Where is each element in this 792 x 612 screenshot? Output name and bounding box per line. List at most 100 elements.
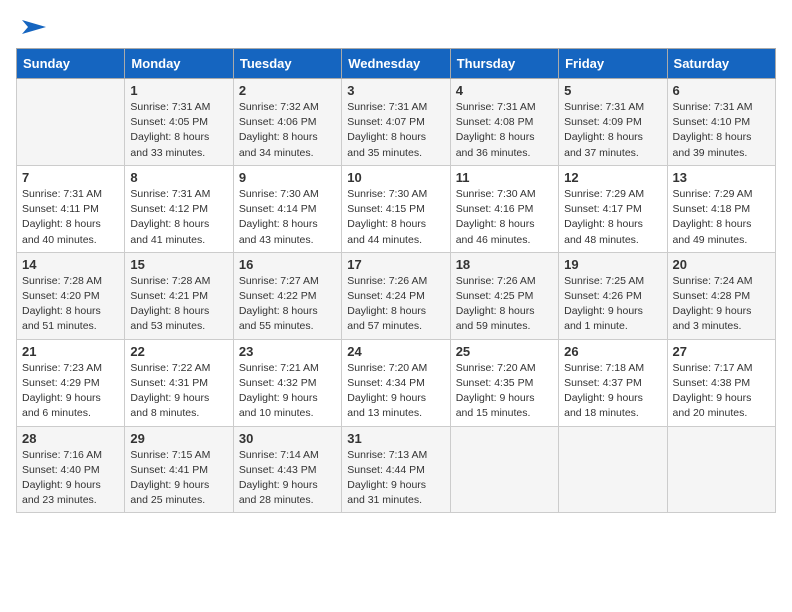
day-number: 21 bbox=[22, 344, 119, 359]
calendar-cell bbox=[17, 79, 125, 166]
calendar-cell: 14 Sunrise: 7:28 AMSunset: 4:20 PMDayligh… bbox=[17, 252, 125, 339]
calendar-cell: 27 Sunrise: 7:17 AMSunset: 4:38 PMDayligh… bbox=[667, 339, 775, 426]
day-info: Sunrise: 7:29 AMSunset: 4:18 PMDaylight:… bbox=[673, 187, 770, 248]
day-info: Sunrise: 7:30 AMSunset: 4:15 PMDaylight:… bbox=[347, 187, 444, 248]
calendar-cell: 19 Sunrise: 7:25 AMSunset: 4:26 PMDayligh… bbox=[559, 252, 667, 339]
day-number: 5 bbox=[564, 83, 661, 98]
day-info: Sunrise: 7:18 AMSunset: 4:37 PMDaylight:… bbox=[564, 361, 661, 422]
day-info: Sunrise: 7:20 AMSunset: 4:34 PMDaylight:… bbox=[347, 361, 444, 422]
calendar-cell: 30 Sunrise: 7:14 AMSunset: 4:43 PMDayligh… bbox=[233, 426, 341, 513]
day-info: Sunrise: 7:31 AMSunset: 4:05 PMDaylight:… bbox=[130, 100, 227, 161]
calendar-cell: 8Sunrise: 7:31 AMSunset: 4:12 PMDaylight… bbox=[125, 165, 233, 252]
calendar-cell bbox=[450, 426, 558, 513]
day-info: Sunrise: 7:26 AMSunset: 4:24 PMDaylight:… bbox=[347, 274, 444, 335]
day-info: Sunrise: 7:31 AMSunset: 4:11 PMDaylight:… bbox=[22, 187, 119, 248]
day-info: Sunrise: 7:30 AMSunset: 4:14 PMDaylight:… bbox=[239, 187, 336, 248]
day-number: 28 bbox=[22, 431, 119, 446]
day-info: Sunrise: 7:29 AMSunset: 4:17 PMDaylight:… bbox=[564, 187, 661, 248]
day-number: 24 bbox=[347, 344, 444, 359]
week-row-1: 1 Sunrise: 7:31 AMSunset: 4:05 PMDaylight… bbox=[17, 79, 776, 166]
day-number: 18 bbox=[456, 257, 553, 272]
column-header-saturday: Saturday bbox=[667, 49, 775, 79]
day-info: Sunrise: 7:28 AMSunset: 4:21 PMDaylight:… bbox=[130, 274, 227, 335]
day-number: 20 bbox=[673, 257, 770, 272]
calendar-body: 1 Sunrise: 7:31 AMSunset: 4:05 PMDaylight… bbox=[17, 79, 776, 513]
calendar-cell: 13Sunrise: 7:29 AMSunset: 4:18 PMDayligh… bbox=[667, 165, 775, 252]
calendar-cell: 29 Sunrise: 7:15 AMSunset: 4:41 PMDayligh… bbox=[125, 426, 233, 513]
day-number: 23 bbox=[239, 344, 336, 359]
day-number: 7 bbox=[22, 170, 119, 185]
day-number: 15 bbox=[130, 257, 227, 272]
day-info: Sunrise: 7:25 AMSunset: 4:26 PMDaylight:… bbox=[564, 274, 661, 335]
calendar-cell: 2 Sunrise: 7:32 AMSunset: 4:06 PMDaylight… bbox=[233, 79, 341, 166]
calendar-cell: 22 Sunrise: 7:22 AMSunset: 4:31 PMDayligh… bbox=[125, 339, 233, 426]
calendar-cell: 18 Sunrise: 7:26 AMSunset: 4:25 PMDayligh… bbox=[450, 252, 558, 339]
calendar-cell bbox=[559, 426, 667, 513]
calendar-cell: 5Sunrise: 7:31 AMSunset: 4:09 PMDaylight… bbox=[559, 79, 667, 166]
day-number: 11 bbox=[456, 170, 553, 185]
column-header-monday: Monday bbox=[125, 49, 233, 79]
day-info: Sunrise: 7:28 AMSunset: 4:20 PMDaylight:… bbox=[22, 274, 119, 335]
calendar-cell: 17 Sunrise: 7:26 AMSunset: 4:24 PMDayligh… bbox=[342, 252, 450, 339]
day-info: Sunrise: 7:31 AMSunset: 4:12 PMDaylight:… bbox=[130, 187, 227, 248]
day-number: 26 bbox=[564, 344, 661, 359]
calendar-table: SundayMondayTuesdayWednesdayThursdayFrid… bbox=[16, 48, 776, 513]
calendar-cell: 9 Sunrise: 7:30 AMSunset: 4:14 PMDaylight… bbox=[233, 165, 341, 252]
day-number: 16 bbox=[239, 257, 336, 272]
column-header-friday: Friday bbox=[559, 49, 667, 79]
day-info: Sunrise: 7:23 AMSunset: 4:29 PMDaylight:… bbox=[22, 361, 119, 422]
day-info: Sunrise: 7:32 AMSunset: 4:06 PMDaylight:… bbox=[239, 100, 336, 161]
day-info: Sunrise: 7:21 AMSunset: 4:32 PMDaylight:… bbox=[239, 361, 336, 422]
calendar-cell: 15 Sunrise: 7:28 AMSunset: 4:21 PMDayligh… bbox=[125, 252, 233, 339]
day-number: 27 bbox=[673, 344, 770, 359]
day-number: 19 bbox=[564, 257, 661, 272]
day-info: Sunrise: 7:31 AMSunset: 4:10 PMDaylight:… bbox=[673, 100, 770, 161]
calendar-cell bbox=[667, 426, 775, 513]
week-row-5: 28Sunrise: 7:16 AMSunset: 4:40 PMDayligh… bbox=[17, 426, 776, 513]
calendar-cell: 21 Sunrise: 7:23 AMSunset: 4:29 PMDayligh… bbox=[17, 339, 125, 426]
calendar-cell: 3Sunrise: 7:31 AMSunset: 4:07 PMDaylight… bbox=[342, 79, 450, 166]
calendar-cell: 28Sunrise: 7:16 AMSunset: 4:40 PMDayligh… bbox=[17, 426, 125, 513]
day-number: 4 bbox=[456, 83, 553, 98]
column-header-sunday: Sunday bbox=[17, 49, 125, 79]
day-number: 10 bbox=[347, 170, 444, 185]
logo bbox=[16, 16, 46, 38]
calendar-cell: 26 Sunrise: 7:18 AMSunset: 4:37 PMDayligh… bbox=[559, 339, 667, 426]
day-info: Sunrise: 7:15 AMSunset: 4:41 PMDaylight:… bbox=[130, 448, 227, 509]
day-info: Sunrise: 7:17 AMSunset: 4:38 PMDaylight:… bbox=[673, 361, 770, 422]
day-info: Sunrise: 7:31 AMSunset: 4:08 PMDaylight:… bbox=[456, 100, 553, 161]
calendar-cell: 23 Sunrise: 7:21 AMSunset: 4:32 PMDayligh… bbox=[233, 339, 341, 426]
calendar-cell: 11 Sunrise: 7:30 AMSunset: 4:16 PMDayligh… bbox=[450, 165, 558, 252]
day-info: Sunrise: 7:22 AMSunset: 4:31 PMDaylight:… bbox=[130, 361, 227, 422]
day-number: 22 bbox=[130, 344, 227, 359]
day-number: 17 bbox=[347, 257, 444, 272]
calendar-cell: 4 Sunrise: 7:31 AMSunset: 4:08 PMDaylight… bbox=[450, 79, 558, 166]
day-info: Sunrise: 7:14 AMSunset: 4:43 PMDaylight:… bbox=[239, 448, 336, 509]
day-info: Sunrise: 7:20 AMSunset: 4:35 PMDaylight:… bbox=[456, 361, 553, 422]
calendar-cell: 25Sunrise: 7:20 AMSunset: 4:35 PMDayligh… bbox=[450, 339, 558, 426]
day-number: 1 bbox=[130, 83, 227, 98]
calendar-cell: 31Sunrise: 7:13 AMSunset: 4:44 PMDayligh… bbox=[342, 426, 450, 513]
calendar-cell: 6 Sunrise: 7:31 AMSunset: 4:10 PMDaylight… bbox=[667, 79, 775, 166]
day-info: Sunrise: 7:30 AMSunset: 4:16 PMDaylight:… bbox=[456, 187, 553, 248]
calendar-cell: 10 Sunrise: 7:30 AMSunset: 4:15 PMDayligh… bbox=[342, 165, 450, 252]
calendar-cell: 24 Sunrise: 7:20 AMSunset: 4:34 PMDayligh… bbox=[342, 339, 450, 426]
calendar-cell: 20 Sunrise: 7:24 AMSunset: 4:28 PMDayligh… bbox=[667, 252, 775, 339]
calendar-cell: 1 Sunrise: 7:31 AMSunset: 4:05 PMDaylight… bbox=[125, 79, 233, 166]
day-number: 29 bbox=[130, 431, 227, 446]
week-row-3: 14 Sunrise: 7:28 AMSunset: 4:20 PMDayligh… bbox=[17, 252, 776, 339]
day-info: Sunrise: 7:24 AMSunset: 4:28 PMDaylight:… bbox=[673, 274, 770, 335]
page-header bbox=[16, 16, 776, 38]
day-number: 2 bbox=[239, 83, 336, 98]
day-number: 9 bbox=[239, 170, 336, 185]
day-info: Sunrise: 7:27 AMSunset: 4:22 PMDaylight:… bbox=[239, 274, 336, 335]
day-number: 31 bbox=[347, 431, 444, 446]
day-number: 6 bbox=[673, 83, 770, 98]
column-header-wednesday: Wednesday bbox=[342, 49, 450, 79]
day-number: 12 bbox=[564, 170, 661, 185]
column-header-thursday: Thursday bbox=[450, 49, 558, 79]
day-info: Sunrise: 7:26 AMSunset: 4:25 PMDaylight:… bbox=[456, 274, 553, 335]
day-number: 14 bbox=[22, 257, 119, 272]
day-number: 30 bbox=[239, 431, 336, 446]
day-info: Sunrise: 7:31 AMSunset: 4:07 PMDaylight:… bbox=[347, 100, 444, 161]
